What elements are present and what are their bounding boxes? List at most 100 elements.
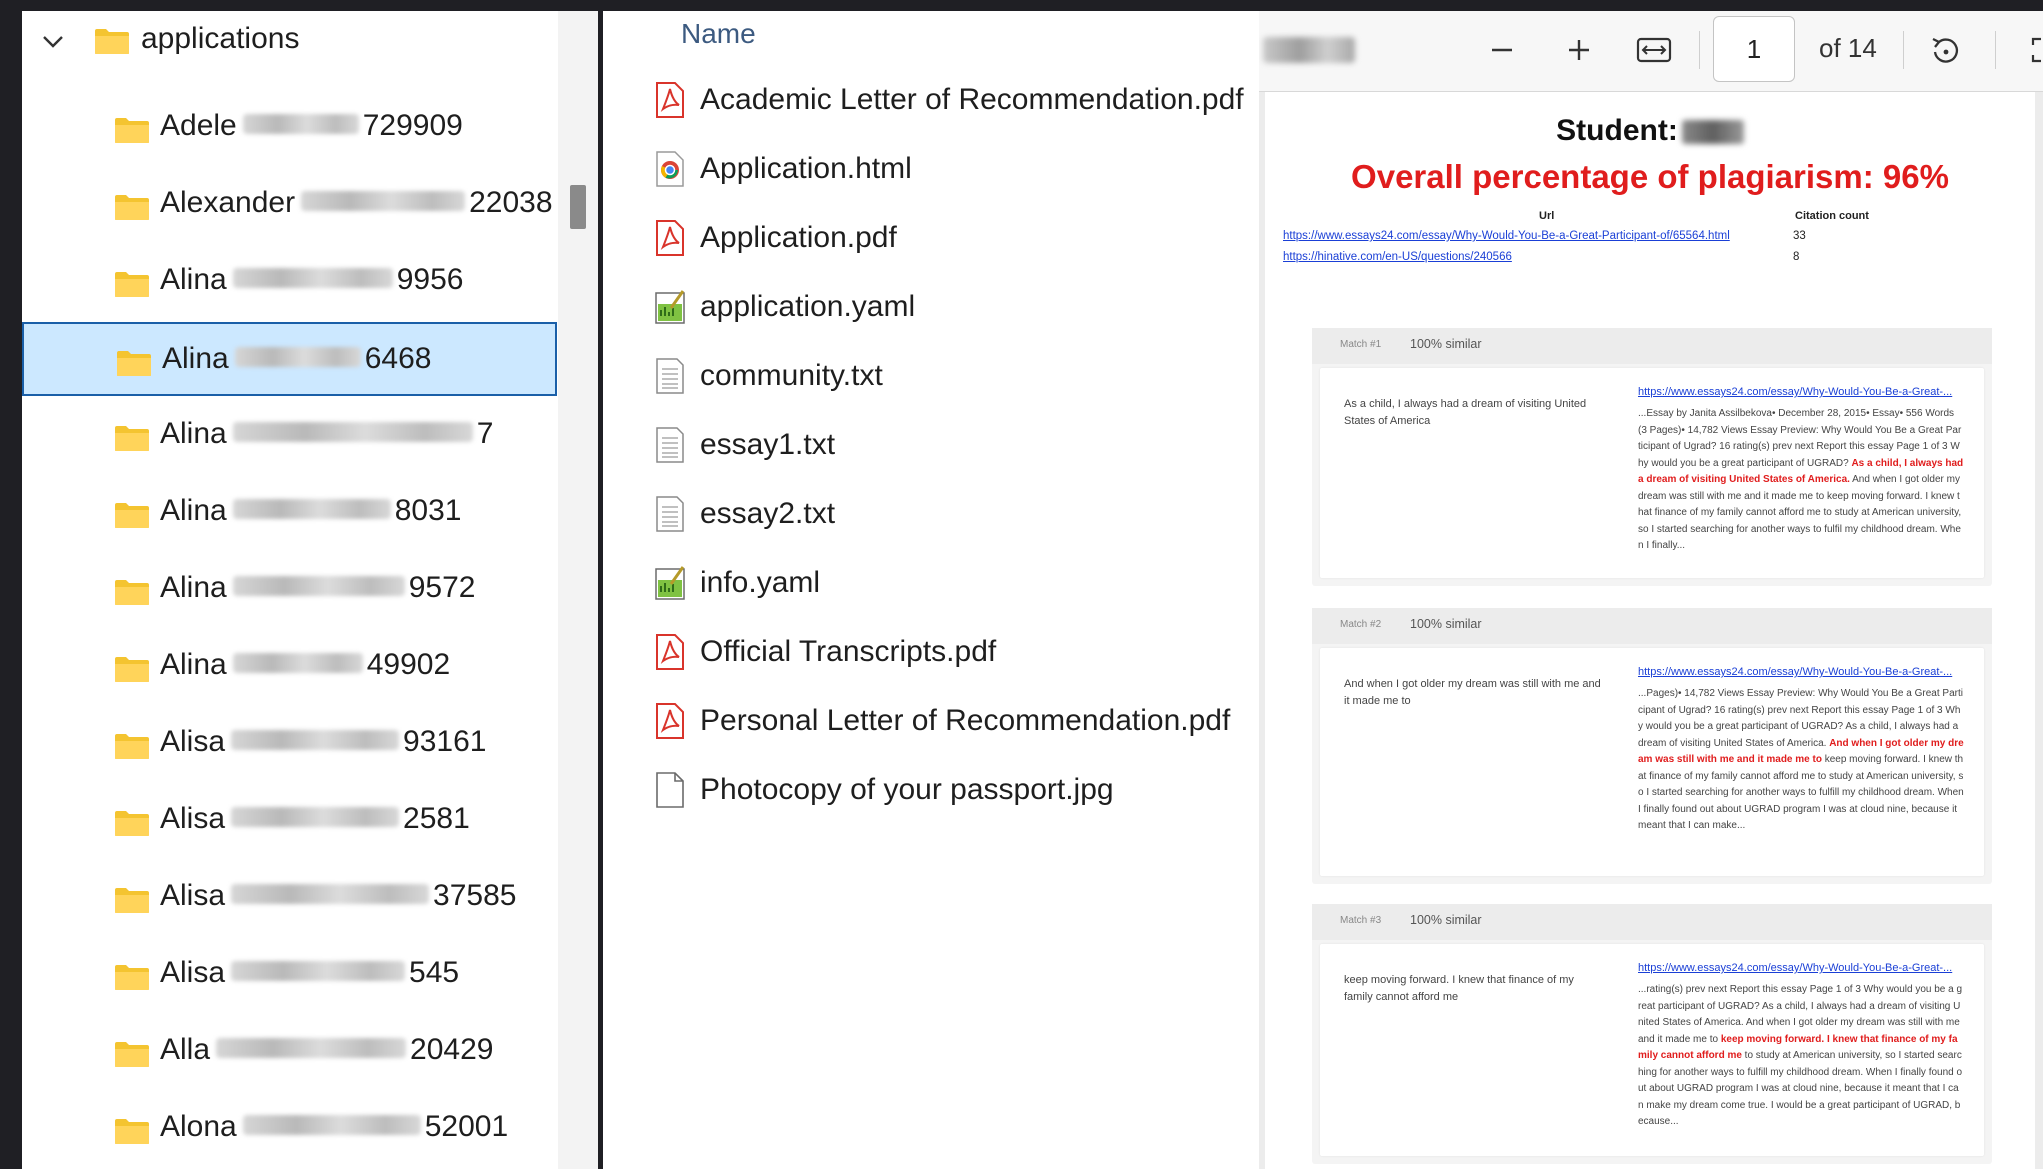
file-item[interactable]: Application.pdf (603, 211, 1259, 271)
tree-folder-item[interactable]: Alina 9956 (22, 245, 556, 319)
redacted-text (232, 499, 391, 520)
chevron-down-icon[interactable] (40, 29, 66, 55)
tree-folder-item[interactable]: Alina 6468 (22, 322, 557, 396)
folder-icon (115, 1042, 149, 1067)
file-item[interactable]: community.txt (603, 349, 1259, 409)
tree-folder-label: Alina 7 (160, 417, 493, 451)
tree-folder-item[interactable]: Alla 20429 (22, 1015, 556, 1089)
tree-folder-item[interactable]: Alina 9572 (22, 553, 556, 627)
tree-folder-item[interactable]: Alina 7 (22, 399, 556, 473)
folder-icon (115, 734, 149, 759)
match-similarity: 100% similar (1410, 617, 1482, 631)
folder-id-suffix: 52001 (424, 1110, 509, 1143)
file-item[interactable]: Application.html (603, 142, 1259, 202)
pdf-icon (656, 220, 684, 256)
page-number-input[interactable]: 1 (1713, 16, 1795, 82)
file-list: Name Academic Letter of Recommendation.p… (603, 11, 1259, 1169)
file-name: Official Transcripts.pdf (700, 635, 997, 668)
folder-icon (115, 580, 149, 605)
match-number: Match #2 (1340, 619, 1382, 630)
folder-icon (115, 965, 149, 990)
file-item[interactable]: Official Transcripts.pdf (603, 625, 1259, 685)
folder-id-suffix: 37585 (433, 879, 517, 912)
tree-folder-label: Alina 49902 (160, 648, 450, 682)
zoom-out-button[interactable] (1485, 33, 1519, 67)
rotate-icon[interactable] (1927, 33, 1965, 67)
folder-id-suffix: 6468 (364, 342, 432, 375)
folder-icon (115, 811, 149, 836)
file-item[interactable]: application.yaml (603, 280, 1259, 340)
folder-first-name: Alina (160, 263, 227, 296)
yaml-icon (655, 290, 685, 324)
folder-id-suffix: 729909 (362, 109, 463, 142)
fullscreen-icon[interactable] (2023, 33, 2043, 67)
file-name: essay2.txt (700, 497, 836, 530)
redacted-text (231, 807, 400, 828)
tree-folder-label: Alina 9956 (160, 263, 463, 297)
match-source-excerpt: ...rating(s) prev next Report this essay… (1638, 982, 1964, 1131)
tree-folder-item[interactable]: Alisa 37585 (22, 861, 556, 935)
source-citation-count: 8 (1793, 251, 1800, 263)
document-title (1263, 37, 1355, 63)
file-item[interactable]: info.yaml (603, 556, 1259, 616)
file-item[interactable]: Photocopy of your passport.jpg (603, 763, 1259, 823)
file-item[interactable]: Academic Letter of Recommendation.pdf (603, 73, 1259, 133)
tree-folder-label: Adele 729909 (160, 109, 463, 143)
file-name: Application.pdf (700, 221, 897, 254)
file-item[interactable]: essay2.txt (603, 487, 1259, 547)
folder-id-suffix: 93161 (403, 725, 487, 758)
tree-folder-item[interactable]: Alexander 22038 (22, 168, 556, 242)
tree-folder-label: Alisa 545 (160, 956, 459, 990)
column-header-name[interactable]: Name (681, 18, 756, 50)
match-header: Match #3 100% similar (1312, 904, 1992, 940)
pdf-preview-pane: 1 of 14 Student: Overall percentage of p… (1259, 11, 2043, 1169)
file-item[interactable]: essay1.txt (603, 418, 1259, 478)
folder-icon (115, 195, 149, 220)
redacted-text (232, 653, 363, 674)
folder-first-name: Alisa (160, 802, 226, 835)
match-card: Match #1 100% similar As a child, I always… (1312, 328, 1992, 586)
file-item[interactable]: Personal Letter of Recommendation.pdf (603, 694, 1259, 754)
match-header: Match #1 100% similar (1312, 328, 1992, 364)
source-url-link[interactable]: https://www.essays24.com/essay/Why-Would… (1283, 230, 1730, 242)
fit-width-button[interactable] (1635, 33, 1673, 67)
chrome-html-icon (656, 151, 684, 187)
match-source-link[interactable]: https://www.essays24.com/essay/Why-Would… (1638, 666, 1952, 678)
folder-id-suffix: 7 (476, 417, 494, 450)
match-card: Match #3 100% similar keep moving forward.… (1312, 904, 1992, 1164)
tree-folder-label: Alisa 2581 (160, 802, 470, 836)
tree-folder-item[interactable]: Alina 49902 (22, 630, 556, 704)
match-number: Match #3 (1340, 915, 1382, 926)
folder-first-name: Alisa (160, 725, 226, 758)
student-name-redacted (1681, 120, 1744, 145)
match-similarity: 100% similar (1410, 337, 1482, 351)
match-source-link[interactable]: https://www.essays24.com/essay/Why-Would… (1638, 386, 1952, 398)
folder-first-name: Alina (160, 417, 227, 450)
match-body: As a child, I always had a dream of visi… (1320, 368, 1984, 578)
tree-folder-item[interactable]: Alona 52001 (22, 1092, 556, 1166)
tree-folder-item[interactable]: Alina 8031 (22, 476, 556, 550)
tree-folder-item[interactable]: Alisa 545 (22, 938, 556, 1012)
excerpt-after: keep moving forward. I knew that finance… (1638, 754, 1964, 831)
folder-first-name: Alexander (160, 186, 296, 219)
folder-id-suffix: 49902 (366, 648, 451, 681)
student-label: Student: (1556, 114, 1678, 147)
tree-folder-item[interactable]: Adele 729909 (22, 91, 556, 165)
tree-folder-item[interactable]: Alisa 93161 (22, 707, 556, 781)
folder-icon (115, 503, 149, 528)
tree-folder-label: Alina 8031 (160, 494, 461, 528)
folder-id-suffix: 20429 (410, 1033, 494, 1066)
folder-icon (115, 272, 149, 297)
folder-first-name: Alina (160, 571, 227, 604)
match-source-link[interactable]: https://www.essays24.com/essay/Why-Would… (1638, 962, 1952, 974)
folder-icon (117, 351, 151, 376)
folder-icon (115, 426, 149, 451)
toolbar-separator (1699, 31, 1700, 69)
zoom-in-button[interactable] (1562, 33, 1596, 67)
tree-scrollbar-thumb[interactable] (570, 185, 586, 229)
toolbar-separator (1995, 31, 1996, 69)
tree-folder-item[interactable]: Alisa 2581 (22, 784, 556, 858)
tree-root-applications[interactable]: applications (22, 11, 558, 71)
source-url-link[interactable]: https://hinative.com/en-US/questions/240… (1283, 251, 1512, 263)
file-name: Application.html (700, 152, 912, 185)
